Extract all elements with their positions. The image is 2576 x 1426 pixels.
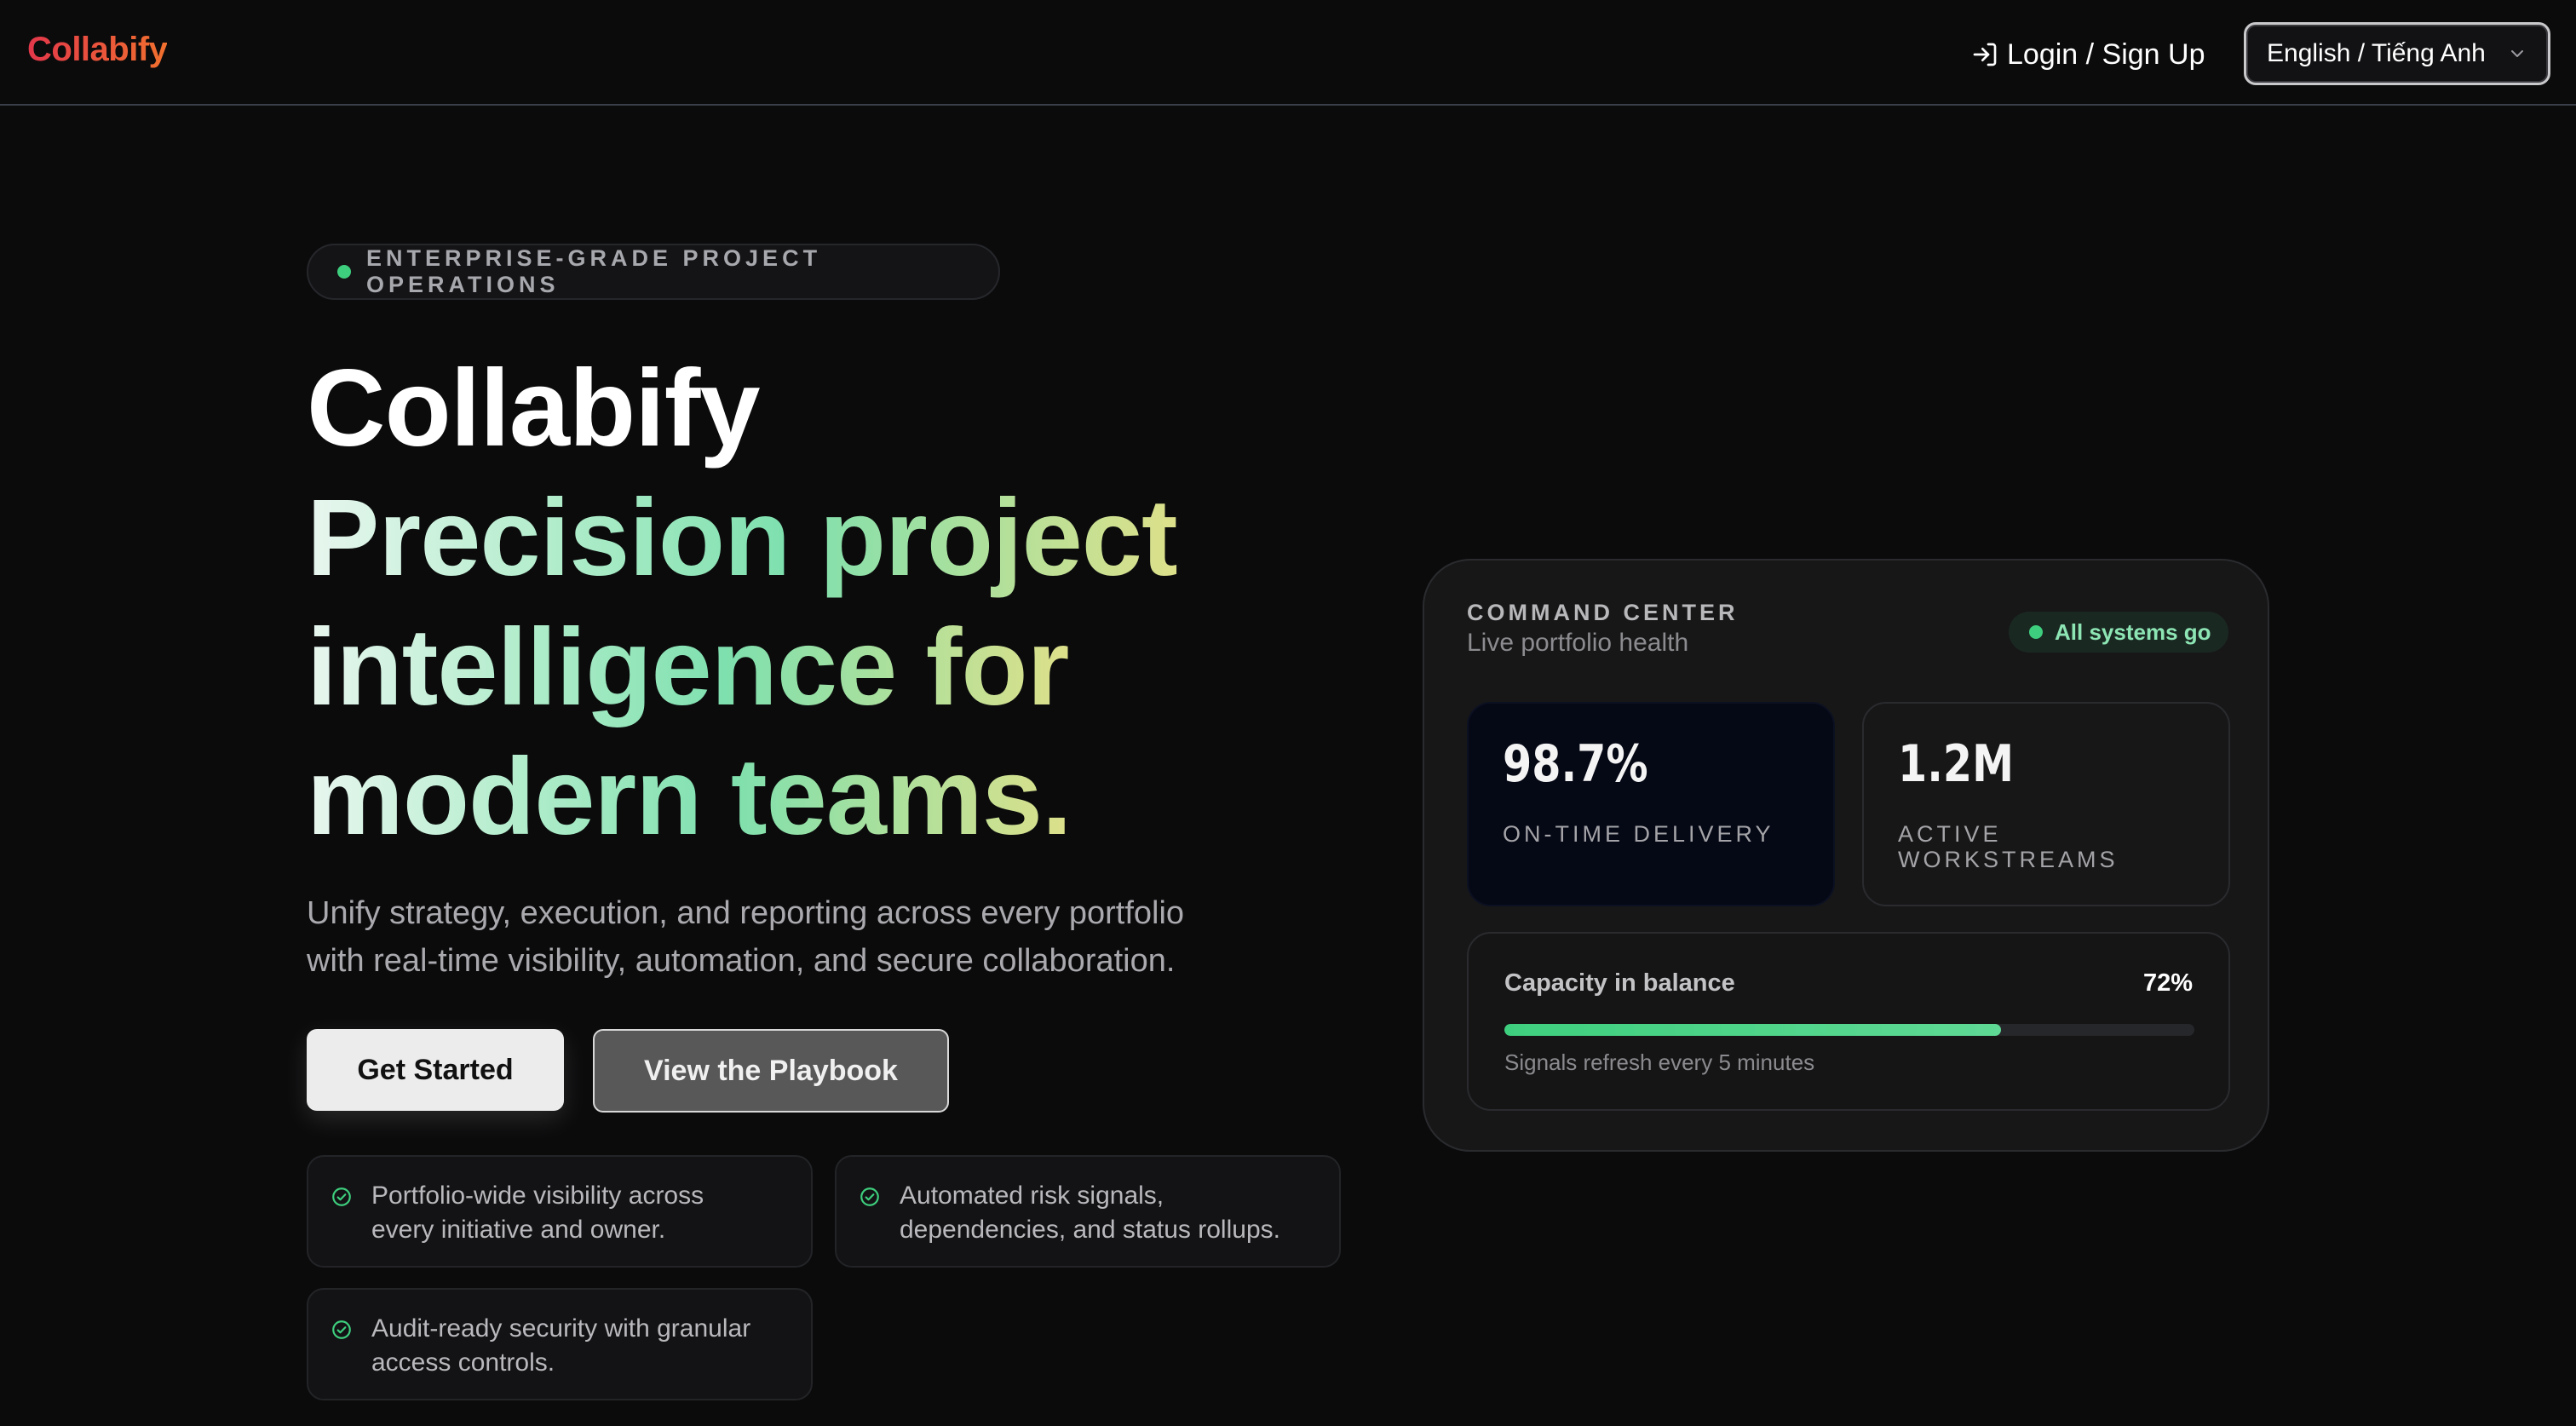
- eyebrow-badge: ENTERPRISE-GRADE PROJECT OPERATIONS: [307, 244, 1000, 300]
- status-dot-icon: [2029, 625, 2043, 639]
- hero-title-line-3: intelligence for: [307, 607, 1069, 728]
- feature-card: Automated risk signals, dependencies, an…: [835, 1155, 1341, 1268]
- metric-value: 1.2M: [1898, 734, 2015, 794]
- chevron-down-icon: [2511, 50, 2523, 57]
- eyebrow-text: ENTERPRISE-GRADE PROJECT OPERATIONS: [366, 245, 822, 297]
- login-icon: [1973, 43, 1997, 66]
- get-started-button[interactable]: Get Started: [307, 1029, 564, 1111]
- metric-label: ACTIVE WORKSTREAMS: [1898, 821, 2119, 872]
- status-badge: All systems go: [2009, 612, 2228, 653]
- metric-value: 98.7%: [1503, 734, 1648, 794]
- capacity-percent: 72%: [2142, 969, 2193, 997]
- login-label: Login / Sign Up: [2007, 37, 2205, 71]
- check-circle-icon: [860, 1187, 879, 1206]
- metric-label: ON-TIME DELIVERY: [1503, 821, 1774, 847]
- status-dot-icon: [337, 265, 351, 279]
- feature-card: Audit-ready security with granular acces…: [307, 1288, 813, 1400]
- feature-text-line-1: Audit-ready security with granular: [371, 1314, 751, 1343]
- feature-text-line-2: every initiative and owner.: [371, 1216, 666, 1244]
- language-selected-value: English / Tiếng Anh: [2267, 39, 2486, 67]
- capacity-refresh-note: Signals refresh every 5 minutes: [1504, 1049, 1815, 1075]
- view-playbook-button[interactable]: View the Playbook: [593, 1029, 949, 1113]
- hero-title-line-2: Precision project: [307, 477, 1178, 599]
- metric-card-on-time-delivery: 98.7% ON-TIME DELIVERY: [1467, 702, 1835, 906]
- metric-label-line-2: WORKSTREAMS: [1898, 847, 2119, 872]
- feature-card: Portfolio-wide visibility across every i…: [307, 1155, 813, 1268]
- brand-logo[interactable]: Collabify: [27, 31, 168, 69]
- feature-text-line-1: Automated risk signals,: [900, 1182, 1164, 1210]
- hero-title-line-4: modern teams.: [307, 736, 1072, 858]
- hero-subtitle-line-2: with real-time visibility, automation, a…: [307, 943, 1176, 979]
- capacity-panel: Capacity in balance 72% Signals refresh …: [1467, 932, 2230, 1111]
- command-center-card: COMMAND CENTER Live portfolio health All…: [1423, 559, 2269, 1152]
- feature-text-line-2: access controls.: [371, 1348, 555, 1377]
- hero-title-line-1: Collabify: [307, 348, 760, 469]
- metric-label-line-1: ACTIVE: [1898, 821, 2002, 847]
- top-navigation-bar: Collabify Login / Sign Up English / Tiến…: [0, 0, 2576, 106]
- check-circle-icon: [332, 1320, 351, 1339]
- capacity-progress-bar: [1504, 1024, 2194, 1036]
- login-signup-link[interactable]: Login / Sign Up: [1971, 34, 2205, 75]
- feature-text-line-1: Portfolio-wide visibility across: [371, 1182, 704, 1210]
- capacity-progress-fill: [1504, 1024, 2002, 1036]
- metric-card-active-workstreams: 1.2M ACTIVE WORKSTREAMS: [1862, 702, 2230, 906]
- hero-title: Collabify Precision project intelligence…: [307, 344, 1178, 862]
- status-text: All systems go: [2055, 618, 2211, 645]
- feature-text-line-2: dependencies, and status rollups.: [900, 1216, 1280, 1244]
- command-center-subtitle: Live portfolio health: [1467, 629, 1689, 657]
- hero-subtitle-line-1: Unify strategy, execution, and reporting…: [307, 895, 1185, 931]
- check-circle-icon: [332, 1187, 351, 1206]
- command-center-title: COMMAND CENTER: [1467, 600, 1739, 625]
- capacity-label: Capacity in balance: [1504, 969, 1735, 997]
- hero-subtitle: Unify strategy, execution, and reporting…: [307, 889, 1329, 985]
- language-select[interactable]: English / Tiếng Anh: [2244, 22, 2550, 85]
